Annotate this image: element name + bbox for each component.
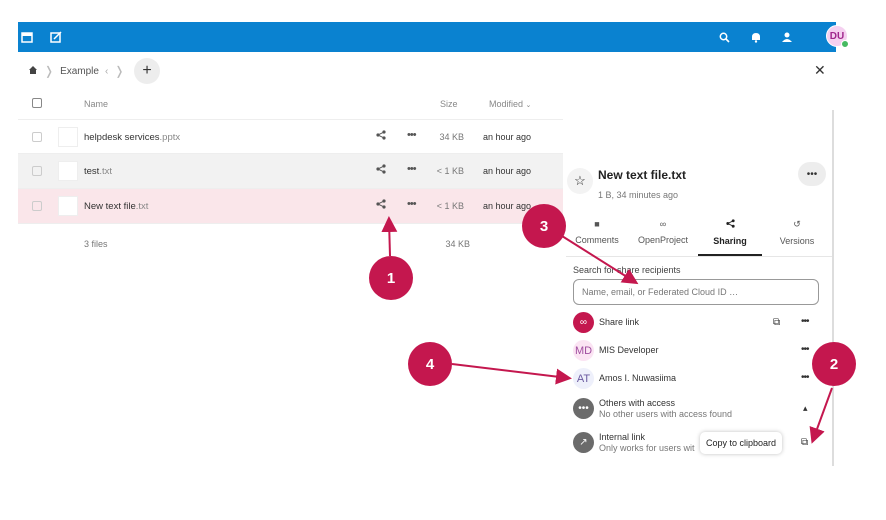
arrow-3 <box>561 235 639 285</box>
annotation-badge-4: 4 <box>408 342 452 386</box>
annotation-badge-2: 2 <box>812 342 856 386</box>
annotation-badge-3: 3 <box>522 204 566 248</box>
arrow-1 <box>381 216 398 257</box>
arrow-4 <box>451 363 572 385</box>
arrow-2 <box>809 387 833 444</box>
annotation-arrows <box>381 216 833 444</box>
annotation-badge-1: 1 <box>369 256 413 300</box>
